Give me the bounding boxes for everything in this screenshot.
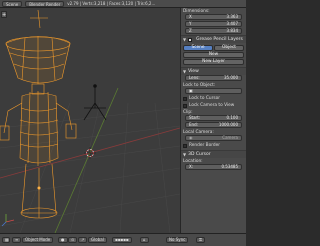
clip-start-field[interactable]: Start: 0.100 — [185, 115, 242, 121]
dimension-y-axis: Y — [189, 21, 192, 26]
dimension-z-field[interactable]: Z 3.834 — [185, 28, 242, 34]
lock-camera-checkbox[interactable] — [183, 103, 187, 108]
location-x-field[interactable]: X: 0.53485 — [185, 164, 242, 170]
cursor-expand-triangle-icon: ▼ — [183, 152, 187, 157]
lens-label: Lens: — [189, 75, 200, 80]
dimension-z-row: Z 3.834 — [183, 28, 244, 35]
lock-camera-label: Lock Camera to View — [189, 103, 235, 108]
dimension-y-row: Y 3.407 — [183, 21, 244, 28]
orientation-selector[interactable]: Global — [88, 237, 107, 243]
snap-toggle[interactable]: ⌂ — [140, 237, 149, 243]
scene-selector[interactable]: Scene — [2, 0, 23, 7]
lock-to-cursor-label: Lock to Cursor — [189, 96, 220, 101]
editor-type-icon[interactable]: ▦ — [2, 237, 10, 243]
gp-new-layer-row: New Layer — [183, 58, 244, 65]
toolshelf-toggle-button[interactable]: + — [1, 11, 7, 18]
camera-field-text: Camera — [222, 135, 238, 140]
clip-start-label: Start: — [189, 115, 201, 120]
camera-field-row: ◉ Camera — [183, 135, 244, 142]
new-layer-button[interactable]: New Layer — [183, 58, 244, 65]
dimension-x-value: 3.363 — [226, 14, 238, 19]
clip-end-value: 1000.000 — [218, 122, 238, 127]
dimension-x-axis: X — [189, 14, 192, 19]
view-panel-header[interactable]: ▼ View — [181, 67, 246, 75]
camera-field[interactable]: ◉ Camera — [185, 135, 242, 141]
gp-new-row: New — [183, 51, 244, 58]
scene-tab-button[interactable]: Scene — [183, 44, 213, 51]
lock-to-cursor-checkbox[interactable] — [183, 96, 187, 101]
dimension-x-row: X 3.363 — [183, 14, 244, 21]
lens-row: Lens: 35.000 — [183, 75, 244, 82]
cursor-label: 3D Cursor — [188, 152, 211, 157]
clip-label: Clip: — [183, 109, 193, 115]
keying-set-button[interactable]: ⚿ — [196, 237, 206, 243]
grease-pencil-label: Grease Pencil Layers — [196, 37, 243, 42]
lens-field[interactable]: Lens: 35.000 — [185, 75, 242, 81]
render-border-label: Render Border — [189, 143, 221, 148]
info-header: Scene Blender Render v2.79 | Verts:3,218… — [0, 0, 246, 8]
location-label: Location: — [183, 158, 203, 164]
properties-region: Dimensions: X 3.363 Y 3.407 Z 3.834 ▼ Gr… — [180, 8, 246, 233]
render-border-checkbox[interactable] — [183, 143, 187, 148]
cursor-panel-header[interactable]: ▼ 3D Cursor — [181, 150, 246, 158]
dimension-y-value: 3.407 — [226, 21, 238, 26]
clip-end-row: End: 1000.000 — [183, 122, 244, 129]
manipulator-toggle[interactable]: ↗ — [78, 237, 88, 243]
lamp-object[interactable] — [83, 84, 107, 121]
clip-start-row: Start: 0.100 — [183, 115, 244, 122]
lock-object-field[interactable]: ▣ — [185, 88, 242, 94]
3d-viewport[interactable]: + — [0, 8, 180, 233]
lock-object-field-row: ▣ — [183, 88, 244, 95]
view-label: View — [188, 69, 199, 74]
lock-to-object-label: Lock to Object: — [183, 82, 216, 88]
clip-end-label: End: — [189, 122, 198, 127]
render-border-row[interactable]: Render Border — [183, 142, 244, 149]
blender-window: Scene Blender Render v2.79 | Verts:3,218… — [0, 0, 246, 246]
lock-camera-row[interactable]: Lock Camera to View — [183, 102, 244, 109]
cube-icon: ▣ — [189, 88, 193, 93]
new-button[interactable]: New — [183, 51, 244, 58]
scene-stats: v2.79 | Verts:3,218 | Faces:3,120 | Tris… — [67, 1, 156, 6]
grease-pencil-panel-header[interactable]: ▼ Grease Pencil Layers — [181, 35, 246, 43]
dimensions-label: Dimensions: — [183, 8, 210, 14]
dimension-x-field[interactable]: X 3.363 — [185, 14, 242, 20]
location-x-value: 0.53485 — [221, 164, 238, 169]
viewport-canvas[interactable] — [0, 8, 180, 233]
view-menu-button[interactable]: ≡ — [12, 237, 22, 243]
lens-value: 35.000 — [224, 75, 238, 80]
camera-icon: ◉ — [189, 135, 193, 140]
shading-selector[interactable]: ● — [58, 237, 68, 243]
local-camera-label: Local Camera: — [183, 129, 214, 135]
layers-widget[interactable]: ▪▪▪▪▪ — [112, 237, 132, 243]
sync-selector[interactable]: No Sync — [166, 237, 189, 243]
render-engine-selector[interactable]: Blender Render — [25, 0, 65, 7]
gp-source-row: Scene Object — [183, 44, 244, 51]
dimension-z-value: 3.834 — [226, 28, 238, 33]
location-x-row: X: 0.53485 — [183, 164, 244, 171]
expand-triangle-icon: ▼ — [183, 37, 187, 42]
dimension-z-axis: Z — [189, 28, 192, 33]
object-origin — [37, 186, 41, 190]
object-mode-selector[interactable]: Object Mode — [22, 237, 54, 243]
view-axis-gizmo — [1, 214, 15, 227]
view-expand-triangle-icon: ▼ — [183, 69, 187, 74]
lock-cursor-row[interactable]: Lock to Cursor — [183, 95, 244, 102]
object-tab-button[interactable]: Object — [214, 44, 244, 51]
location-x-label: X: — [189, 164, 194, 169]
clip-end-field[interactable]: End: 1000.000 — [185, 122, 242, 128]
pivot-selector[interactable]: ⊙ — [68, 237, 78, 243]
viewport-header: ▦ ≡ Object Mode ● ⊙ ↗ Global ▪▪▪▪▪ ⌂ No … — [0, 233, 246, 246]
grease-pencil-toggle[interactable] — [188, 37, 193, 42]
dimension-y-field[interactable]: Y 3.407 — [185, 21, 242, 27]
clip-start-value: 0.100 — [226, 115, 238, 120]
